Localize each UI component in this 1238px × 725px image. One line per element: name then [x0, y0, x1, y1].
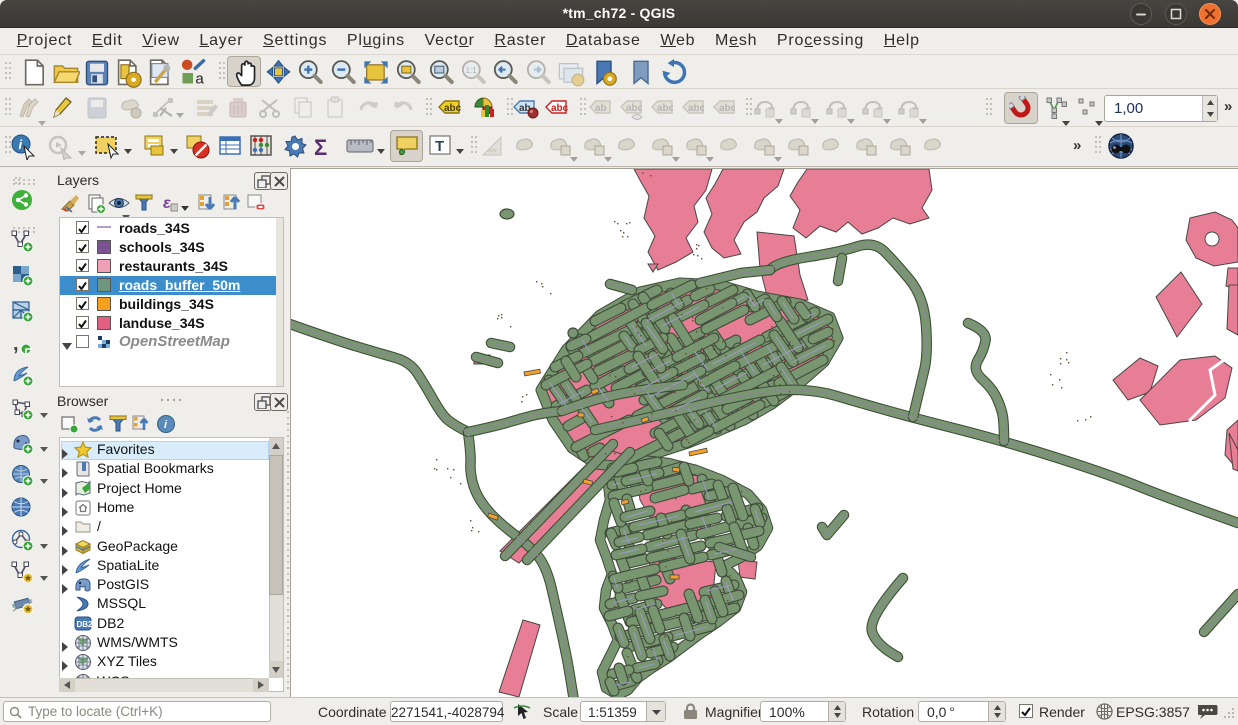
svg-text:abc: abc	[688, 103, 704, 114]
svg-text:a: a	[195, 71, 204, 88]
svg-text:Σ: Σ	[314, 135, 327, 160]
svg-text:abc: abc	[657, 103, 673, 114]
svg-text:T: T	[435, 138, 444, 155]
svg-text:1:1: 1:1	[466, 66, 478, 75]
svg-text:,: ,	[13, 334, 19, 355]
svg-text:ab: ab	[595, 103, 607, 114]
svg-text:abc: abc	[719, 103, 735, 114]
svg-text:abc: abc	[444, 103, 461, 114]
svg-text:abc: abc	[551, 103, 568, 114]
svg-text:i: i	[19, 137, 23, 152]
svg-text:DB2: DB2	[77, 620, 93, 629]
svg-text:ε: ε	[163, 195, 171, 212]
